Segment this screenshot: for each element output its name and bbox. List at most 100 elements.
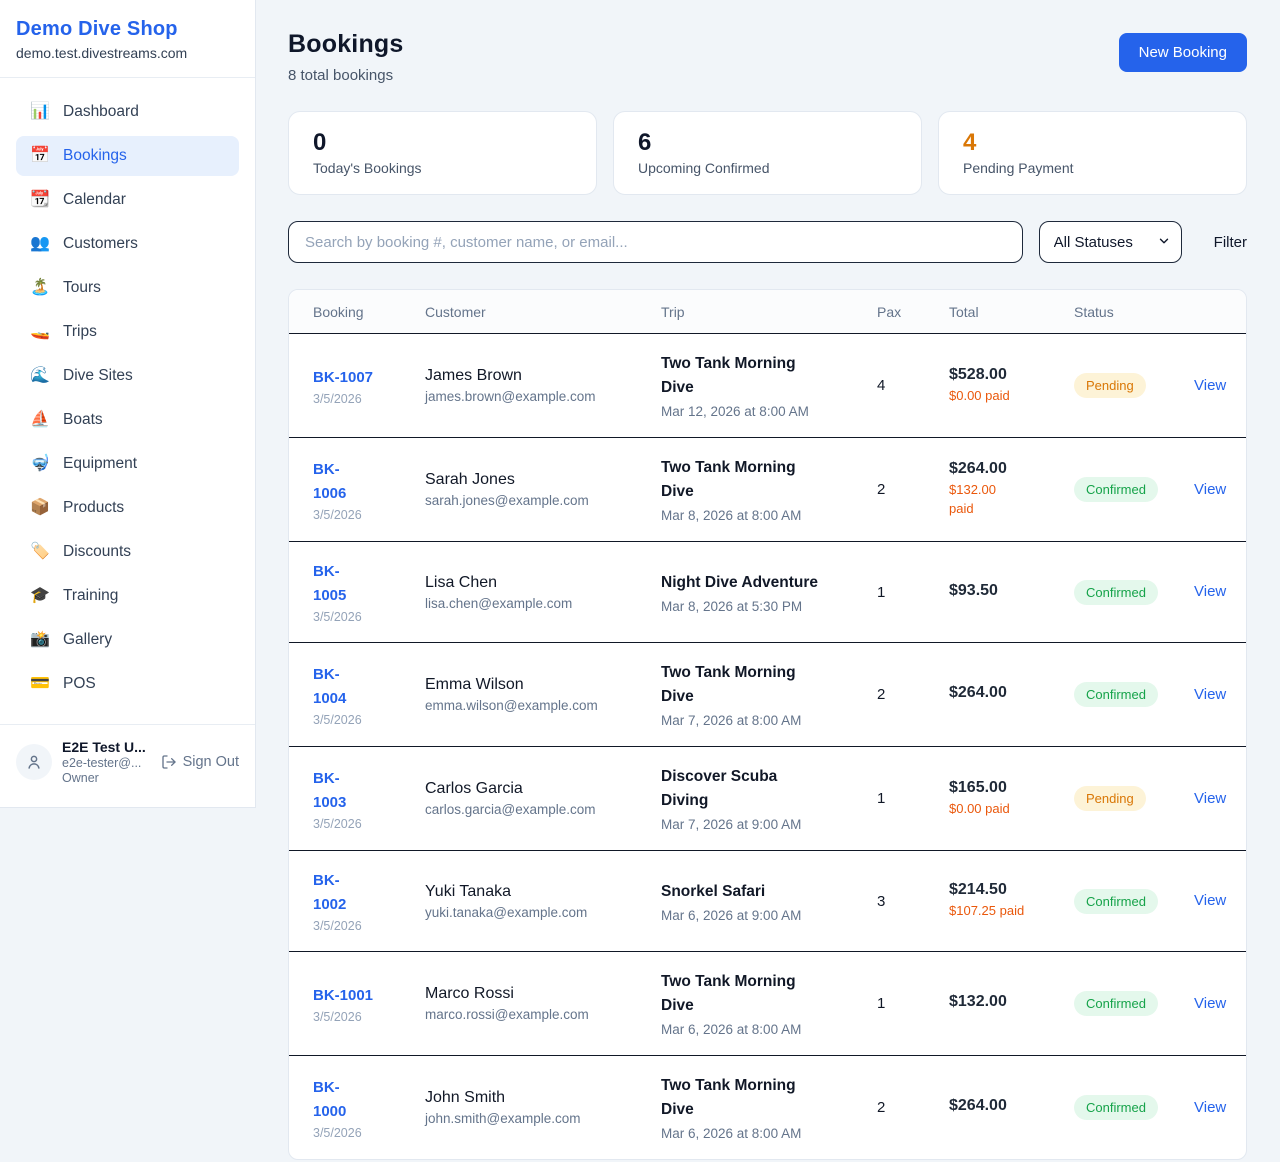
- customer-name: Yuki Tanaka: [425, 883, 661, 901]
- customer-name: Marco Rossi: [425, 985, 661, 1003]
- view-link[interactable]: View: [1194, 1099, 1226, 1116]
- booking-id-link[interactable]: BK- 1002: [313, 869, 425, 917]
- sidebar-item-label: Dashboard: [63, 103, 139, 121]
- user-footer: E2E Test U... e2e-tester@... Owner Sign …: [0, 724, 255, 801]
- booking-date: 3/5/2026: [313, 392, 425, 406]
- page-title: Bookings: [288, 30, 404, 59]
- trip-datetime: Mar 8, 2026 at 5:30 PM: [661, 599, 877, 614]
- customer-cell: Marco Rossi marco.rossi@example.com: [425, 985, 661, 1022]
- graduation-cap-icon: 🎓: [30, 588, 50, 604]
- view-link[interactable]: View: [1194, 686, 1226, 703]
- booking-id-link[interactable]: BK- 1004: [313, 663, 425, 711]
- sidebar-item-label: Bookings: [63, 147, 127, 165]
- customer-email: emma.wilson@example.com: [425, 698, 661, 713]
- status-badge: Confirmed: [1074, 991, 1158, 1016]
- user-name: E2E Test U...: [62, 739, 151, 755]
- trip-cell: Discover Scuba Diving Mar 7, 2026 at 9:0…: [661, 765, 877, 832]
- view-link[interactable]: View: [1194, 995, 1226, 1012]
- customer-name: John Smith: [425, 1089, 661, 1107]
- pax-cell: 1: [877, 584, 949, 601]
- sidebar-item-label: Equipment: [63, 455, 137, 473]
- speedboat-icon: 🚤: [30, 324, 50, 340]
- sidebar-item-pos[interactable]: 💳 POS: [16, 664, 239, 704]
- booking-cell: BK-1007 3/5/2026: [313, 366, 425, 406]
- total-cell: $264.00: [949, 684, 1074, 705]
- sidebar-item-dashboard[interactable]: 📊Dashboard: [16, 92, 239, 132]
- status-cell: Confirmed: [1074, 991, 1194, 1016]
- credit-card-icon: 💳: [30, 676, 50, 692]
- booking-id-link[interactable]: BK-1007: [313, 366, 425, 390]
- trip-name: Snorkel Safari: [661, 880, 877, 904]
- column-header-booking: Booking: [313, 304, 425, 320]
- sidebar-item-products[interactable]: 📦Products: [16, 488, 239, 528]
- booking-id-link[interactable]: BK- 1003: [313, 767, 425, 815]
- status-badge: Confirmed: [1074, 477, 1158, 502]
- sidebar-item-label: POS: [63, 675, 96, 693]
- actions-cell: View: [1194, 377, 1226, 395]
- status-cell: Confirmed: [1074, 580, 1194, 605]
- customer-cell: John Smith john.smith@example.com: [425, 1089, 661, 1126]
- sidebar-item-label: Gallery: [63, 631, 112, 649]
- sidebar: Demo Dive Shop demo.test.divestreams.com…: [0, 0, 256, 808]
- view-link[interactable]: View: [1194, 481, 1226, 498]
- sidebar-item-customers[interactable]: 👥Customers: [16, 224, 239, 264]
- page-subtitle: 8 total bookings: [288, 67, 404, 84]
- booking-id-link[interactable]: BK- 1000: [313, 1076, 425, 1124]
- view-link[interactable]: View: [1194, 790, 1226, 807]
- paid-amount: $107.25 paid: [949, 902, 1074, 921]
- column-header-total: Total: [949, 304, 1074, 320]
- sidebar-item-calendar[interactable]: 📆Calendar: [16, 180, 239, 220]
- sidebar-item-boats[interactable]: ⛵Boats: [16, 400, 239, 440]
- view-link[interactable]: View: [1194, 377, 1226, 394]
- pax-cell: 2: [877, 481, 949, 498]
- status-filter-wrap: All Statuses: [1039, 221, 1182, 263]
- view-link[interactable]: View: [1194, 583, 1226, 600]
- sidebar-item-equipment[interactable]: 🤿Equipment: [16, 444, 239, 484]
- user-email: e2e-tester@...: [62, 756, 151, 770]
- pax-cell: 2: [877, 1099, 949, 1116]
- sidebar-item-trips[interactable]: 🚤Trips: [16, 312, 239, 352]
- booking-cell: BK- 1005 3/5/2026: [313, 560, 425, 624]
- total-amount: $264.00: [949, 684, 1074, 702]
- total-cell: $264.00 $132.00 paid: [949, 460, 1074, 519]
- brand-name: Demo Dive Shop: [16, 18, 239, 41]
- booking-id-link[interactable]: BK-1001: [313, 984, 425, 1008]
- actions-cell: View: [1194, 481, 1226, 499]
- booking-cell: BK- 1000 3/5/2026: [313, 1076, 425, 1140]
- trip-cell: Two Tank Morning Dive Mar 6, 2026 at 8:0…: [661, 1074, 877, 1141]
- booking-id-link[interactable]: BK- 1005: [313, 560, 425, 608]
- trip-datetime: Mar 6, 2026 at 8:00 AM: [661, 1022, 877, 1037]
- actions-cell: View: [1194, 583, 1226, 601]
- booking-id-link[interactable]: BK- 1006: [313, 458, 425, 506]
- status-filter-select[interactable]: All Statuses: [1039, 221, 1182, 263]
- sidebar-item-training[interactable]: 🎓Training: [16, 576, 239, 616]
- stat-card-upcoming-confirmed: 6 Upcoming Confirmed: [613, 111, 922, 195]
- booking-date: 3/5/2026: [313, 1010, 425, 1024]
- trip-cell: Two Tank Morning Dive Mar 12, 2026 at 8:…: [661, 352, 877, 419]
- total-amount: $132.00: [949, 993, 1074, 1011]
- status-cell: Confirmed: [1074, 1095, 1194, 1120]
- status-badge: Confirmed: [1074, 682, 1158, 707]
- brand-domain: demo.test.divestreams.com: [16, 45, 239, 61]
- booking-date: 3/5/2026: [313, 508, 425, 522]
- table-row: BK- 1000 3/5/2026 John Smith john.smith@…: [289, 1056, 1246, 1159]
- stat-card-todays-bookings: 0 Today's Bookings: [288, 111, 597, 195]
- sidebar-item-dive-sites[interactable]: 🌊Dive Sites: [16, 356, 239, 396]
- sidebar-item-gallery[interactable]: 📸Gallery: [16, 620, 239, 660]
- column-header-trip: Trip: [661, 304, 877, 320]
- sidebar-item-label: Discounts: [63, 543, 131, 561]
- customer-email: john.smith@example.com: [425, 1111, 661, 1126]
- sidebar-item-discounts[interactable]: 🏷️Discounts: [16, 532, 239, 572]
- new-booking-button[interactable]: New Booking: [1119, 33, 1247, 72]
- view-link[interactable]: View: [1194, 892, 1226, 909]
- status-cell: Pending: [1074, 786, 1194, 811]
- sign-out-button[interactable]: Sign Out: [161, 754, 239, 770]
- search-input[interactable]: [288, 221, 1023, 263]
- total-cell: $93.50: [949, 582, 1074, 603]
- booking-cell: BK- 1006 3/5/2026: [313, 458, 425, 522]
- sidebar-item-bookings[interactable]: 📅Bookings: [16, 136, 239, 176]
- sidebar-item-tours[interactable]: 🏝️Tours: [16, 268, 239, 308]
- filter-button[interactable]: Filter: [1214, 234, 1247, 251]
- stat-value: 4: [963, 129, 1222, 157]
- stats-cards: 0 Today's Bookings 6 Upcoming Confirmed …: [288, 111, 1247, 195]
